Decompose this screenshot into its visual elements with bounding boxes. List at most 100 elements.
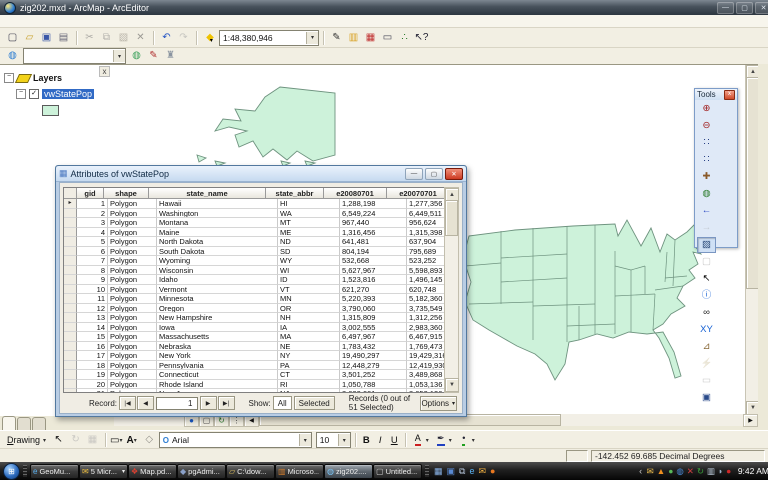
table-row[interactable]: 2 Polygon Washington WA 6,549,224 6,449,… xyxy=(64,209,444,219)
map-alaska[interactable] xyxy=(185,81,355,167)
attach-tool-icon[interactable]: ▦ xyxy=(84,433,101,448)
table-row[interactable]: 18 Polygon Pennsylvania PA 12,448,279 12… xyxy=(64,361,444,371)
arccatalog-icon[interactable]: ▥ xyxy=(345,30,362,45)
table-row[interactable]: 20 Polygon Rhode Island RI 1,050,788 1,0… xyxy=(64,380,444,390)
attribute-window-titlebar[interactable]: ▦ Attributes of vwStatePop — ▢ ✕ xyxy=(56,166,466,182)
table-row[interactable]: 5 Polygon North Dakota ND 641,481 637,90… xyxy=(64,237,444,247)
html-popup-icon[interactable]: ▭ xyxy=(697,373,716,389)
arctoolbox-icon[interactable]: ▦ xyxy=(362,30,379,45)
go-to-xy-icon[interactable]: XY xyxy=(697,322,716,338)
tray-security-icon[interactable]: ▲ xyxy=(657,466,665,477)
sketch-pencil-icon[interactable]: ✎ xyxy=(145,49,162,64)
table-row[interactable]: ▸ 1 Polygon Hawaii HI 1,288,198 1,277,35… xyxy=(64,199,444,209)
mail-quick-icon[interactable]: ✉ xyxy=(478,466,486,477)
tray-network-icon[interactable]: ◍ xyxy=(676,466,683,477)
new-text-button[interactable]: A ▾ xyxy=(127,435,140,446)
add-globe-button[interactable]: ◍ xyxy=(4,49,21,64)
font-combo[interactable]: O Arial ▾ xyxy=(159,432,312,448)
print-icon[interactable]: ▤ xyxy=(55,30,72,45)
maximize-button[interactable]: ▢ xyxy=(425,168,443,180)
tray-update-icon[interactable]: ↻ xyxy=(697,466,704,477)
table-row[interactable]: 19 Polygon Connecticut CT 3,501,252 3,48… xyxy=(64,370,444,380)
prev-record-button[interactable]: ◀ xyxy=(137,396,154,410)
table-row[interactable]: 13 Polygon New Hampshire NH 1,315,809 1,… xyxy=(64,313,444,323)
tray-mail-icon[interactable]: ✉ xyxy=(647,466,654,477)
task-untitled[interactable]: ▢Untitled... xyxy=(373,464,422,479)
paste-icon[interactable]: ▧ xyxy=(115,30,132,45)
window-restore-button[interactable]: ▢ xyxy=(736,2,753,14)
scroll-right-icon[interactable]: ▶ xyxy=(743,414,758,427)
tray-volume-icon[interactable]: ◗ xyxy=(718,466,723,477)
editor-toolbar-icon[interactable]: ✎ xyxy=(328,30,345,45)
column-header-e20070701[interactable]: e20070701 xyxy=(387,188,445,199)
viewer-window-icon[interactable]: ▣ xyxy=(697,390,716,406)
whats-this-icon[interactable]: ↖? xyxy=(413,30,430,45)
start-button[interactable]: ⊞ xyxy=(3,463,20,480)
undo-icon[interactable]: ↶ xyxy=(158,30,175,45)
new-shape-button[interactable]: ▭ ▾ xyxy=(110,435,125,446)
zoom-in-icon[interactable]: ⊕ xyxy=(697,101,716,117)
first-record-button[interactable]: |◀ xyxy=(119,396,136,410)
back-extent-icon[interactable]: ← xyxy=(697,203,716,219)
select-features-icon[interactable]: ▨ xyxy=(697,237,716,253)
clear-selection-icon[interactable]: ▢ xyxy=(697,254,716,270)
tray-display-icon[interactable]: ▥ xyxy=(707,466,715,477)
drawing-menu-button[interactable]: Drawing ▾ xyxy=(4,435,49,445)
layer-visibility-checkbox[interactable]: ✓ xyxy=(29,89,39,99)
column-header-gid[interactable]: gid xyxy=(77,188,104,199)
select-elements-icon[interactable]: ↖ xyxy=(697,271,716,287)
marker-color-button[interactable]: •▾ xyxy=(456,433,478,447)
underline-button[interactable]: U xyxy=(388,434,401,447)
window-switcher-icon[interactable]: ⧉ xyxy=(459,466,465,477)
table-row[interactable]: 4 Polygon Maine ME 1,316,456 1,315,398 xyxy=(64,228,444,238)
column-header-shape[interactable]: shape xyxy=(104,188,149,199)
tray-error-icon[interactable]: ✕ xyxy=(687,466,694,477)
tray-alert-icon[interactable]: ● xyxy=(726,466,731,477)
font-color-button[interactable]: A▾ xyxy=(410,433,432,447)
display-icon[interactable]: ▣ xyxy=(447,466,456,477)
table-row[interactable]: 8 Polygon Wisconsin WI 5,627,967 5,598,8… xyxy=(64,266,444,276)
collapse-icon[interactable]: − xyxy=(4,73,14,83)
tray-overflow-chevron[interactable]: ‹ xyxy=(639,466,642,476)
italic-button[interactable]: I xyxy=(374,434,387,447)
tray-sync-icon[interactable]: ● xyxy=(668,466,673,477)
table-row[interactable]: 14 Polygon Iowa IA 3,002,555 2,983,360 xyxy=(64,323,444,333)
tab-selection[interactable] xyxy=(32,417,46,430)
record-number-input[interactable]: 1 xyxy=(156,397,197,410)
window-minimize-button[interactable]: — xyxy=(717,2,734,14)
modelbuilder-icon[interactable]: ∴ xyxy=(396,30,413,45)
fixed-zoom-out-icon[interactable]: ∷ xyxy=(697,152,716,168)
open-icon[interactable]: ▱ xyxy=(21,30,38,45)
scene-icon[interactable]: ♜ xyxy=(162,49,179,64)
task-pgadmin[interactable]: ◆pgAdmi... xyxy=(177,464,226,479)
internet-explorer-icon[interactable]: e xyxy=(469,466,474,477)
task-map-pdf[interactable]: ❖Map.pd... xyxy=(128,464,177,479)
task-geomu[interactable]: eGeoMu... xyxy=(30,464,79,479)
table-row[interactable]: 6 Polygon South Dakota SD 804,194 795,68… xyxy=(64,247,444,257)
column-header-state-name[interactable]: state_name xyxy=(149,188,266,199)
tab-source[interactable] xyxy=(17,417,31,430)
identify-icon[interactable]: ⓘ xyxy=(697,288,716,304)
column-header-e20080701[interactable]: e20080701 xyxy=(324,188,387,199)
rotate-tool-icon[interactable]: ↻ xyxy=(67,433,84,448)
pan-icon[interactable]: ✚ xyxy=(697,169,716,185)
measure-icon[interactable]: ⊿ xyxy=(697,339,716,355)
forward-extent-icon[interactable]: → xyxy=(697,220,716,236)
add-data-button[interactable]: ◆ ▾ xyxy=(201,30,218,45)
scrollbar-thumb[interactable] xyxy=(445,200,458,236)
font-size-combo[interactable]: 10 ▾ xyxy=(316,432,351,448)
taskbar-clock[interactable]: 9:42 AM xyxy=(738,466,768,476)
scroll-down-icon[interactable]: ▼ xyxy=(445,378,459,392)
delete-icon[interactable]: ✕ xyxy=(132,30,149,45)
save-icon[interactable]: ▣ xyxy=(38,30,55,45)
column-header-state-abbr[interactable]: state_abbr xyxy=(266,188,324,199)
copy-icon[interactable]: ⧉ xyxy=(98,30,115,45)
find-icon[interactable]: ∞ xyxy=(697,305,716,321)
table-row[interactable]: 17 Polygon New York NY 19,490,297 19,429… xyxy=(64,351,444,361)
table-row[interactable]: 15 Polygon Massachusetts MA 6,497,967 6,… xyxy=(64,332,444,342)
table-row[interactable]: 16 Polygon Nebraska NE 1,783,432 1,769,4… xyxy=(64,342,444,352)
collapse-icon[interactable]: − xyxy=(16,89,26,99)
table-row[interactable]: 11 Polygon Minnesota MN 5,220,393 5,182,… xyxy=(64,294,444,304)
full-extent-icon[interactable]: ◍ xyxy=(697,186,716,202)
table-row[interactable]: 21 Polygon New Jersey NJ 8,682,661 8,653… xyxy=(64,389,444,393)
